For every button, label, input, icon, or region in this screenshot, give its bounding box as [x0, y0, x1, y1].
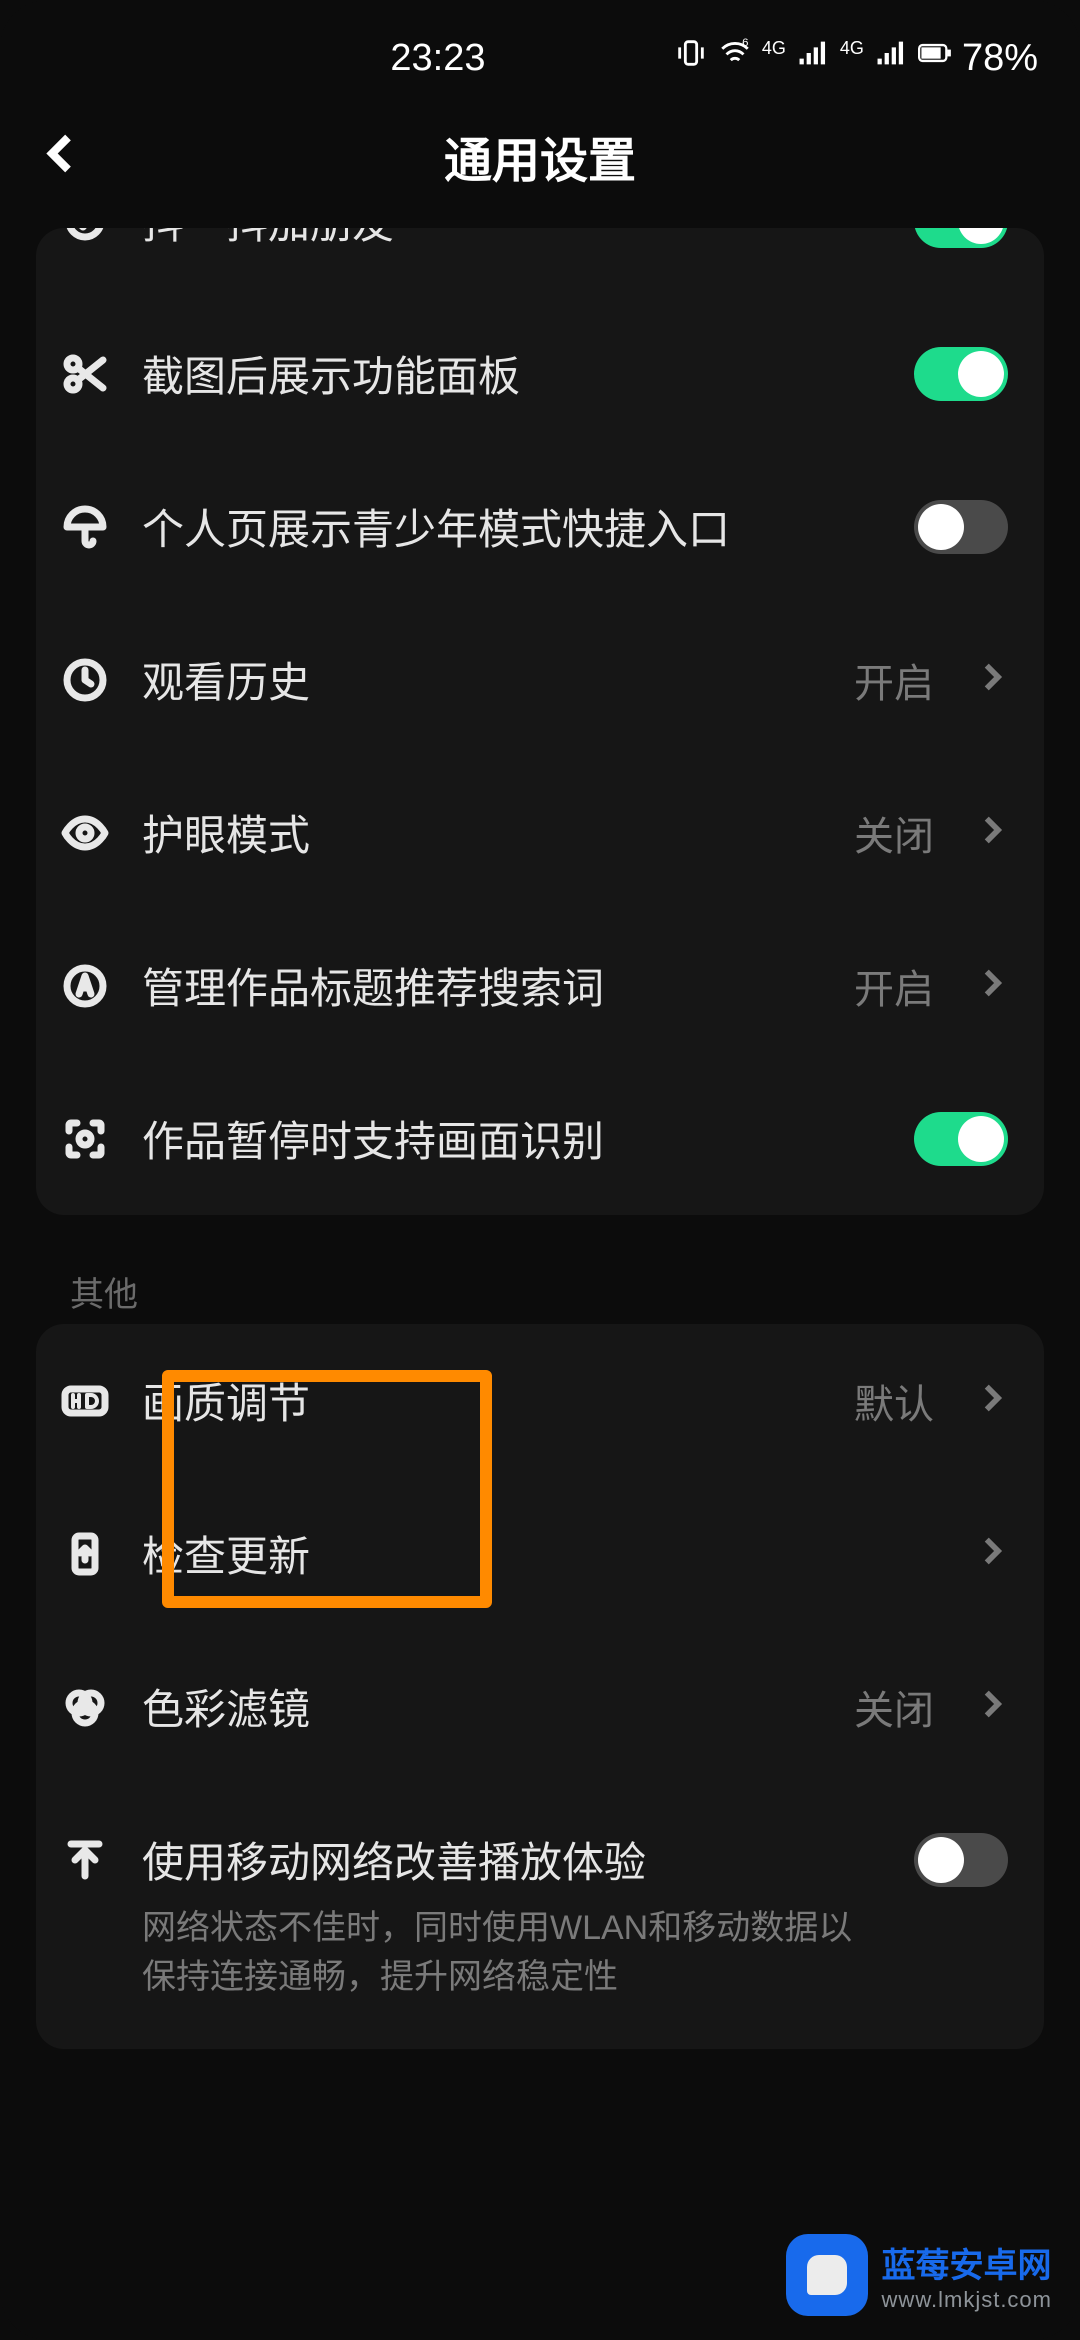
chevron-right-icon [974, 966, 1008, 1005]
wifi-icon: 6 [718, 36, 752, 80]
row-label: 抖一抖加朋友 [142, 228, 884, 251]
row-label: 使用移动网络改善播放体验 [142, 1829, 884, 1890]
toggle-youth-mode[interactable] [914, 500, 1008, 554]
row-eye-care[interactable]: 护眼模式 关闭 [36, 756, 1044, 909]
chevron-right-icon [974, 1381, 1008, 1420]
battery-icon [918, 36, 952, 80]
row-title-keywords[interactable]: 管理作品标题推荐搜索词 开启 [36, 909, 1044, 1062]
umbrella-icon [58, 500, 112, 554]
clock-icon [58, 653, 112, 707]
eye-icon [58, 806, 112, 860]
row-mobile-improve[interactable]: 使用移动网络改善播放体验 网络状态不佳时，同时使用WLAN和移动数据以保持连接通… [36, 1783, 1044, 2049]
status-bar: 23:23 6 4G 4G 78% [0, 0, 1080, 96]
row-pause-recognition[interactable]: 作品暂停时支持画面识别 [36, 1062, 1044, 1215]
hd-icon [58, 1374, 112, 1428]
scan-icon [58, 1112, 112, 1166]
svg-text:6: 6 [742, 37, 748, 49]
watermark-name: 蓝莓安卓网 [882, 2238, 1052, 2287]
color-filter-icon [58, 1680, 112, 1734]
settings-section-other: 画质调节 默认 检查更新 色彩滤镜 关闭 使用移动网络改善播放体验 网络状态不佳… [36, 1324, 1044, 2049]
row-description: 网络状态不佳时，同时使用WLAN和移动数据以保持连接通畅，提升网络稳定性 [142, 1904, 884, 2003]
row-value: 关闭 [854, 1678, 934, 1736]
watermark-url: www.lmkjst.com [882, 2287, 1052, 2313]
row-quality[interactable]: 画质调节 默认 [36, 1324, 1044, 1477]
chevron-right-icon [974, 660, 1008, 699]
chevron-right-icon [974, 1534, 1008, 1573]
chevron-right-icon [974, 813, 1008, 852]
row-screenshot-panel[interactable]: 截图后展示功能面板 [36, 297, 1044, 450]
shake-icon [58, 228, 112, 248]
scissors-icon [58, 347, 112, 401]
upload-icon [58, 1833, 112, 1887]
row-check-update[interactable]: 检查更新 [36, 1477, 1044, 1630]
row-value: 开启 [854, 957, 934, 1015]
status-battery: 78% [962, 37, 1038, 80]
row-label: 管理作品标题推荐搜索词 [142, 955, 824, 1016]
row-label: 护眼模式 [142, 802, 824, 863]
row-label: 色彩滤镜 [142, 1676, 824, 1737]
update-phone-icon [58, 1527, 112, 1581]
a-circle-icon [58, 959, 112, 1013]
chevron-right-icon [974, 1687, 1008, 1726]
toggle-mobile-improve[interactable] [914, 1833, 1008, 1887]
row-value: 开启 [854, 651, 934, 709]
signal-icon-2 [874, 36, 908, 80]
row-shake-add-friends[interactable]: 抖一抖加朋友 [36, 228, 1044, 297]
toggle-screenshot-panel[interactable] [914, 347, 1008, 401]
section-title-other: 其他 [70, 1267, 1080, 1316]
vibrate-icon [674, 36, 708, 80]
row-label: 个人页展示青少年模式快捷入口 [142, 496, 884, 557]
row-color-filter[interactable]: 色彩滤镜 关闭 [36, 1630, 1044, 1783]
signal-4g-label-2: 4G [840, 38, 864, 59]
row-value: 默认 [854, 1372, 934, 1430]
row-label: 观看历史 [142, 649, 824, 710]
status-time: 23:23 [42, 37, 674, 80]
row-value: 关闭 [854, 804, 934, 862]
signal-4g-label-1: 4G [762, 38, 786, 59]
row-youth-mode-shortcut[interactable]: 个人页展示青少年模式快捷入口 [36, 450, 1044, 603]
row-label: 检查更新 [142, 1523, 944, 1584]
watermark: 蓝莓安卓网 www.lmkjst.com [786, 2234, 1052, 2316]
status-indicators: 6 4G 4G 78% [674, 36, 1038, 80]
toggle-shake[interactable] [914, 228, 1008, 248]
toggle-pause-recognition[interactable] [914, 1112, 1008, 1166]
row-watch-history[interactable]: 观看历史 开启 [36, 603, 1044, 756]
page-header: 通用设置 [0, 96, 1080, 216]
row-label: 作品暂停时支持画面识别 [142, 1108, 884, 1169]
row-label: 画质调节 [142, 1370, 824, 1431]
signal-icon-1 [796, 36, 830, 80]
row-label: 截图后展示功能面板 [142, 343, 884, 404]
chevron-left-icon [38, 130, 86, 178]
page-title: 通用设置 [444, 121, 636, 191]
settings-section-main: 抖一抖加朋友 截图后展示功能面板 个人页展示青少年模式快捷入口 观看历史 开启 … [36, 228, 1044, 1215]
back-button[interactable] [38, 130, 86, 183]
watermark-logo-icon [786, 2234, 868, 2316]
